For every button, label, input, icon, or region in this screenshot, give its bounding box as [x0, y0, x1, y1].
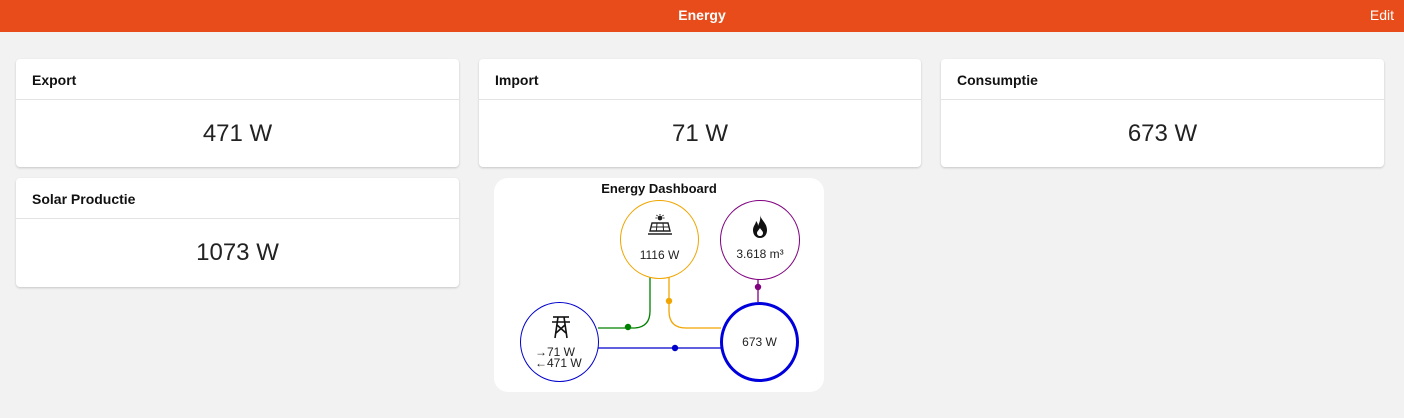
grid-node[interactable]: →71 W ←471 W	[520, 302, 599, 382]
edit-button[interactable]: Edit	[1370, 0, 1394, 30]
consumption-card: Consumptie 673 W	[941, 59, 1384, 167]
import-card: Import 71 W	[479, 59, 921, 167]
solar-to-grid-line	[598, 277, 651, 329]
gas-node[interactable]: 3.618 m³	[720, 200, 800, 280]
solar-value: 1116 W	[639, 248, 680, 262]
home-node[interactable]: 673 W	[720, 302, 799, 382]
solar-to-home-line	[668, 277, 721, 329]
card-value[interactable]: 71 W	[479, 100, 921, 168]
solar-production-card: Solar Productie 1073 W	[16, 178, 459, 287]
export-card: Export 471 W	[16, 59, 459, 167]
card-title: Solar Productie	[16, 178, 459, 219]
energy-dashboard-card: Energy Dashboard 1116 W 3.618 m³ →71 W ←…	[494, 178, 824, 392]
card-title: Import	[479, 59, 921, 100]
solar-to-home-dot	[665, 297, 673, 305]
solar-panel-icon	[647, 214, 673, 241]
card-value[interactable]: 471 W	[16, 100, 459, 168]
card-value[interactable]: 1073 W	[16, 219, 459, 287]
fire-icon	[750, 215, 770, 244]
grid-to-home-dot	[671, 344, 679, 352]
card-title: Export	[16, 59, 459, 100]
card-value[interactable]: 673 W	[941, 100, 1384, 168]
top-bar: Energy Edit	[0, 0, 1404, 32]
transmission-tower-icon	[550, 315, 572, 344]
grid-export-value: ←471 W	[535, 356, 582, 370]
page-title: Energy	[678, 7, 726, 23]
solar-node[interactable]: 1116 W	[620, 200, 699, 279]
gas-to-home-dot	[754, 283, 762, 291]
gas-value: 3.618 m³	[736, 247, 784, 261]
solar-to-grid-dot	[624, 323, 632, 331]
card-title: Consumptie	[941, 59, 1384, 100]
home-value: 673 W	[742, 335, 777, 349]
